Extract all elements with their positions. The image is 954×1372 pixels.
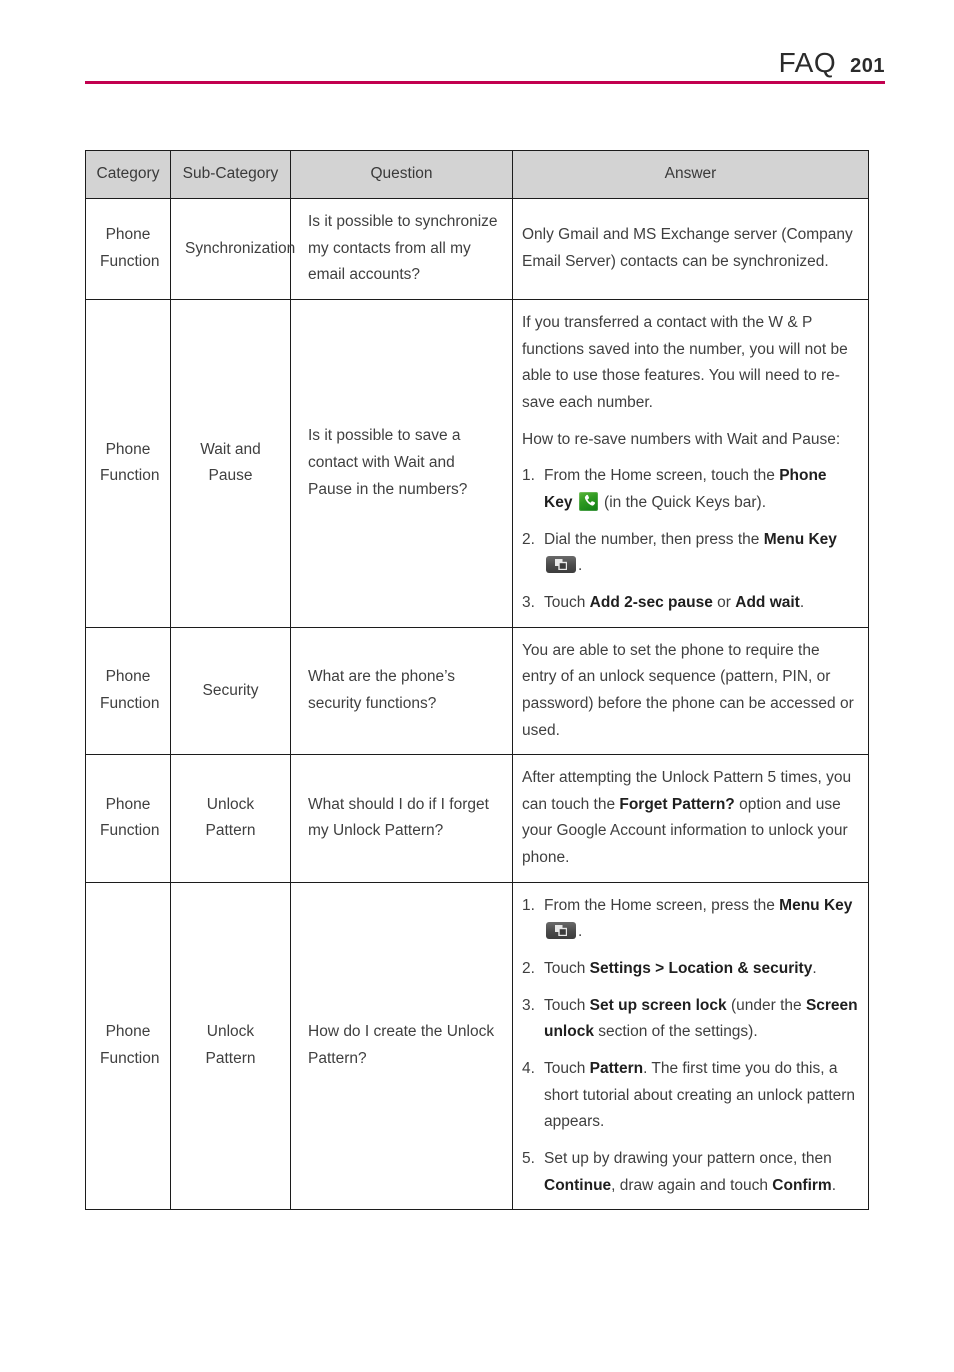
answer-step-item: 3. Touch Add 2-sec pause or Add wait. [522, 590, 858, 617]
step-number: 5. [522, 1150, 535, 1168]
emphasis-text: Menu Key [779, 896, 853, 914]
cell-subcategory: Unlock Pattern [170, 881, 291, 1211]
answer-step-item: 1. From the Home screen, touch the Phone … [522, 463, 858, 516]
cell-answer: 1. From the Home screen, press the Menu K… [512, 881, 869, 1211]
cell-answer: You are able to set the phone to require… [512, 626, 869, 756]
emphasis-text: Settings > Location & security [589, 960, 813, 978]
cell-category: Phone Function [85, 754, 171, 883]
menu-key-icon [546, 922, 576, 940]
phone-key-icon [578, 491, 598, 511]
answer-paragraph: You are able to set the phone to require… [522, 641, 854, 739]
table-row: Phone Function Unlock Pattern What should … [85, 754, 869, 883]
emphasis-text: Pattern [589, 1060, 644, 1078]
emphasis-text: Add 2-sec pause [589, 593, 713, 611]
cell-question: What are the phone’s security functions? [290, 626, 513, 756]
answer-step-item: 2. Dial the number, then press the Menu K… [522, 527, 858, 580]
cell-category: Phone Function [85, 626, 171, 756]
table-row: Phone Function Wait and Pause Is it possib… [85, 298, 869, 628]
faq-table: Category Sub-Category Question Answer Ph… [85, 150, 869, 1211]
cell-question: Is it possible to save a contact with Wa… [290, 298, 513, 628]
emphasis-text: Add wait [735, 593, 800, 611]
answer-step-list: 1. From the Home screen, touch the Phone … [522, 463, 858, 616]
column-header-question: Question [290, 150, 513, 199]
answer-step-item: 3. Touch Set up screen lock (under the Sc… [522, 993, 858, 1046]
table-row: Phone Function Unlock Pattern How do I cre… [85, 881, 869, 1211]
answer-step-list: 1. From the Home screen, press the Menu K… [522, 893, 858, 1200]
table-body: Phone Function Synchronization Is it possi… [85, 198, 869, 1211]
cell-answer: If you transferred a contact with the W … [512, 298, 869, 628]
answer-step-item: 5. Set up by drawing your pattern once, t… [522, 1146, 858, 1199]
answer-paragraph: After attempting the Unlock Pattern 5 ti… [522, 769, 852, 867]
table-row: Phone Function Synchronization Is it possi… [85, 198, 869, 300]
cell-question: How do I create the Unlock Pattern? [290, 881, 513, 1211]
cell-answer: Only Gmail and MS Exchange server (Compa… [512, 198, 869, 300]
cell-subcategory: Wait and Pause [170, 298, 291, 628]
step-number: 1. [522, 896, 535, 914]
menu-key-icon [546, 556, 576, 574]
step-number: 1. [522, 467, 535, 485]
cell-category: Phone Function [85, 198, 171, 300]
faq-page: FAQ 201 Category Sub-Category Question A… [0, 0, 954, 1372]
page-header: FAQ 201 [85, 47, 885, 79]
cell-category: Phone Function [85, 881, 171, 1211]
step-number: 3. [522, 996, 535, 1014]
step-number: 2. [522, 960, 535, 978]
emphasis-text: Confirm [772, 1176, 832, 1194]
cell-question: What should I do if I forget my Unlock P… [290, 754, 513, 883]
step-number: 2. [522, 530, 535, 548]
cell-category: Phone Function [85, 298, 171, 628]
column-header-category: Category [85, 150, 171, 199]
emphasis-text: Continue [544, 1176, 612, 1194]
step-number: 3. [522, 593, 535, 611]
answer-paragraph: How to re-save numbers with Wait and Pau… [522, 430, 841, 448]
answer-step-item: 1. From the Home screen, press the Menu K… [522, 893, 858, 946]
cell-answer: After attempting the Unlock Pattern 5 ti… [512, 754, 869, 883]
answer-step-item: 4. Touch Pattern. The first time you do t… [522, 1056, 858, 1136]
table-header-row: Category Sub-Category Question Answer [85, 150, 869, 199]
cell-subcategory: Security [170, 626, 291, 756]
step-number: 4. [522, 1060, 535, 1078]
cell-subcategory: Unlock Pattern [170, 754, 291, 883]
table-row: Phone Function Security What are the phone… [85, 626, 869, 756]
column-header-answer: Answer [512, 150, 869, 199]
page-number: 201 [850, 55, 885, 77]
cell-subcategory: Synchronization [170, 198, 295, 300]
cell-question: Is it possible to synchronize my contact… [290, 198, 513, 300]
answer-paragraph: If you transferred a contact with the W … [522, 313, 848, 411]
header-rule [85, 81, 885, 84]
column-header-subcategory: Sub-Category [170, 150, 291, 199]
answer-step-item: 2. Touch Settings > Location & security. [522, 956, 858, 983]
emphasis-text: Forget Pattern? [619, 795, 735, 813]
page-title: FAQ [778, 47, 837, 78]
answer-paragraph: Only Gmail and MS Exchange server (Compa… [522, 226, 853, 270]
emphasis-text: Set up screen lock [589, 996, 727, 1014]
emphasis-text: Menu Key [763, 530, 837, 548]
